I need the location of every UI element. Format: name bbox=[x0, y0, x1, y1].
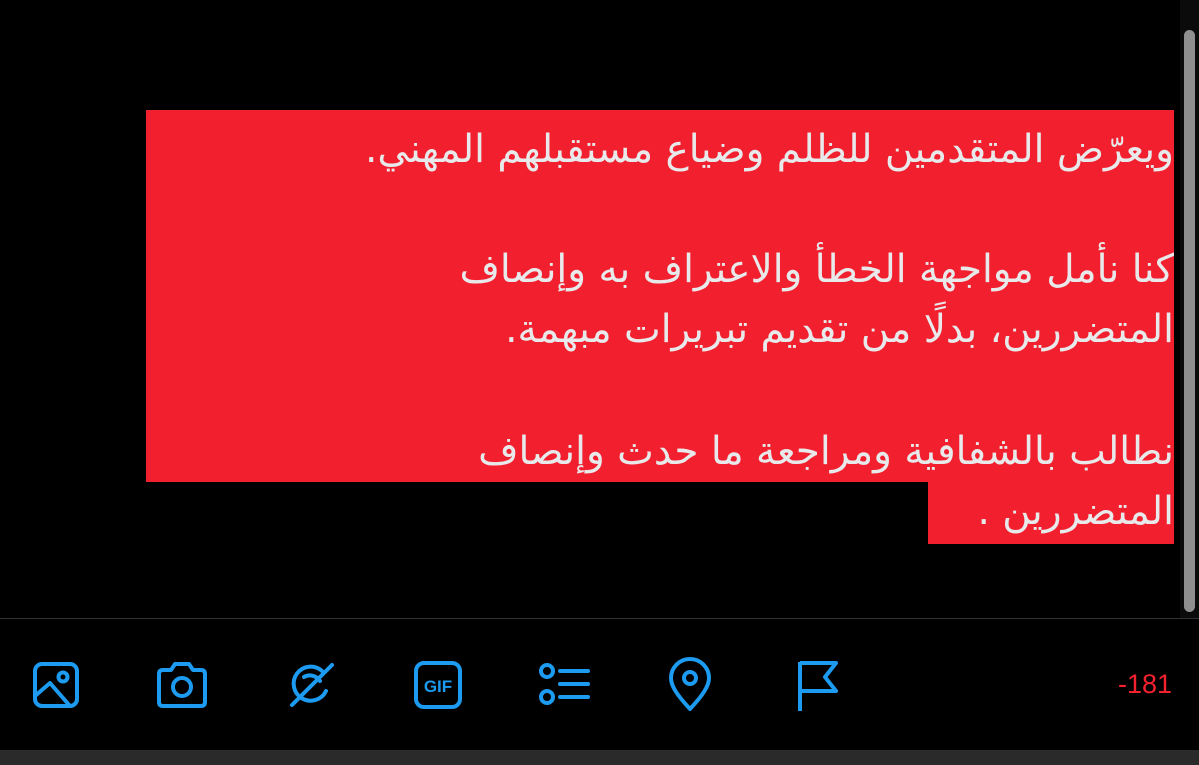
camera-icon[interactable] bbox=[154, 657, 210, 713]
bottom-bar bbox=[0, 750, 1199, 765]
grok-icon[interactable] bbox=[282, 657, 338, 713]
compose-screen: ويعرّض المتقدمين للظلم وضياع مستقبلهم ال… bbox=[0, 0, 1199, 765]
scrollbar-thumb[interactable] bbox=[1184, 30, 1195, 612]
svg-text:GIF: GIF bbox=[424, 677, 452, 696]
text-line: كنا نأمل مواجهة الخطأ والاعتراف به وإنصا… bbox=[459, 247, 1174, 292]
character-counter: -181 bbox=[1117, 669, 1172, 699]
image-icon[interactable] bbox=[28, 657, 84, 713]
text-line: المتضررين . bbox=[977, 489, 1174, 534]
flag-icon[interactable] bbox=[790, 657, 846, 713]
tweet-text[interactable]: ويعرّض المتقدمين للظلم وضياع مستقبلهم ال… bbox=[146, 110, 1174, 550]
text-line: نطالب بالشفافية ومراجعة ما حدث وإنصاف bbox=[478, 429, 1174, 474]
compose-text-area[interactable]: ويعرّض المتقدمين للظلم وضياع مستقبلهم ال… bbox=[0, 0, 1199, 618]
text-line: ويعرّض المتقدمين للظلم وضياع مستقبلهم ال… bbox=[365, 127, 1174, 172]
gif-icon[interactable]: GIF bbox=[410, 657, 466, 713]
poll-icon[interactable] bbox=[536, 657, 592, 713]
compose-toolbar: GIF -181 bbox=[0, 619, 1199, 750]
text-line: المتضررين، بدلًا من تقديم تبريرات مبهمة. bbox=[505, 307, 1174, 352]
location-icon[interactable] bbox=[662, 657, 718, 713]
